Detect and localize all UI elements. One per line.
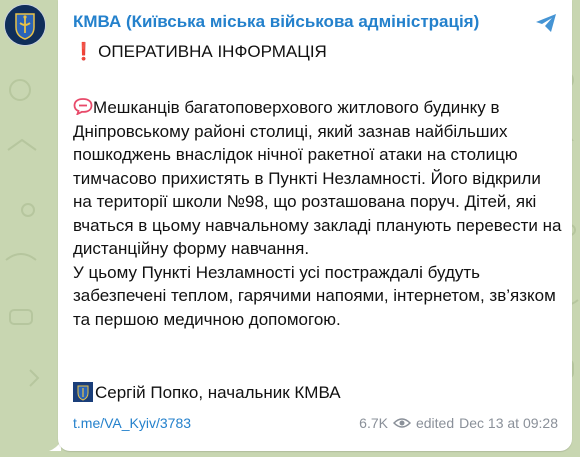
channel-name[interactable]: КМВА (Київська міська військова адмініст…: [73, 12, 479, 32]
body-paragraph-2: У цьому Пункті Незламності усі постражда…: [73, 262, 556, 329]
views-count: 6.7K: [359, 415, 388, 431]
signature: Сергій Попко, начальник КМВА: [73, 382, 341, 403]
post-link[interactable]: t.me/VA_Kyiv/3783: [73, 415, 191, 431]
message-bubble[interactable]: КМВА (Київська міська військова адмініст…: [58, 0, 572, 451]
headline: ❗ ОПЕРАТИВНА ІНФОРМАЦІЯ: [73, 42, 327, 62]
kyiv-coat-of-arms-icon: [5, 5, 45, 45]
eye-icon: [392, 418, 411, 428]
post-timestamp: Dec 13 at 09:28: [459, 415, 558, 431]
channel-avatar[interactable]: [4, 4, 46, 46]
speech-bubble-icon: [73, 98, 93, 115]
headline-text: ОПЕРАТИВНА ІНФОРМАЦІЯ: [98, 42, 327, 61]
signature-text: Сергій Попко, начальник КМВА: [95, 383, 341, 402]
edited-label: edited: [415, 415, 455, 431]
share-arrow-icon[interactable]: [534, 12, 558, 34]
post-meta: 6.7K edited Dec 13 at 09:28: [359, 415, 558, 431]
message-body: Мешканців багатоповерхового житлового бу…: [73, 96, 563, 331]
exclamation-icon: ❗: [73, 42, 95, 61]
body-paragraph-1: Мешканців багатоповерхового житлового бу…: [73, 98, 562, 258]
kyiv-emblem-icon: [73, 382, 93, 402]
